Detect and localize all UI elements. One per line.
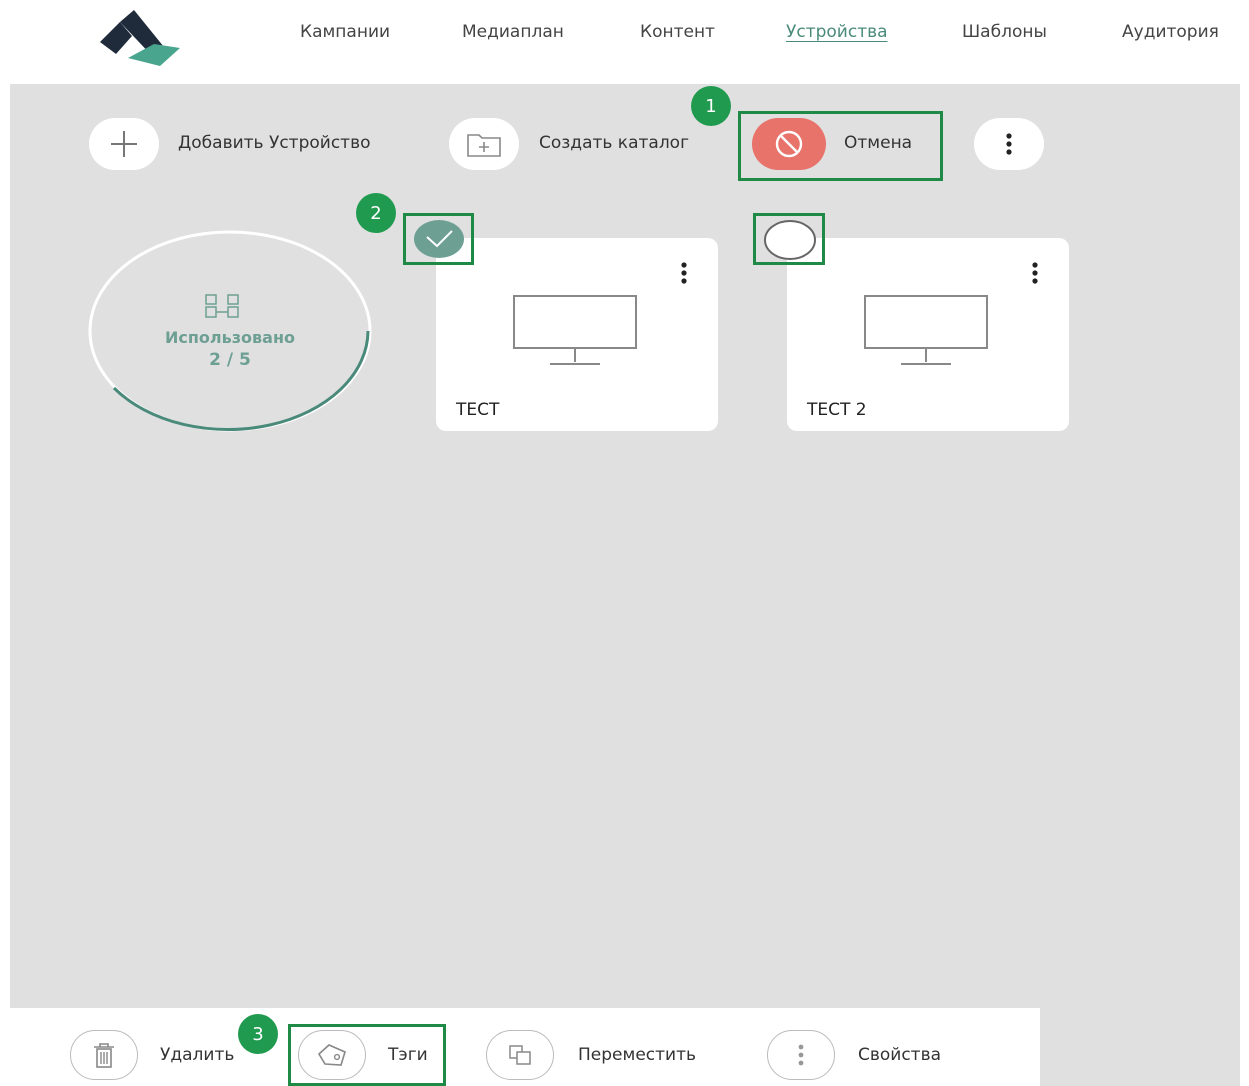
step-1-highlight xyxy=(738,111,943,181)
add-device-label[interactable]: Добавить Устройство xyxy=(178,133,371,153)
folder-plus-icon xyxy=(467,134,501,157)
step-3-highlight xyxy=(288,1024,446,1086)
step-1-badge: 1 xyxy=(691,86,731,126)
nav-templates[interactable]: Шаблоны xyxy=(962,22,1047,42)
device-card[interactable]: ТЕСТ 2 xyxy=(787,238,1069,431)
top-navigation: Кампании Медиаплан Контент Устройства Ша… xyxy=(0,0,1249,82)
step-2-highlight xyxy=(403,213,474,265)
delete-button[interactable] xyxy=(70,1030,138,1080)
toolbar-more-button[interactable] xyxy=(974,118,1044,170)
nav-devices[interactable]: Устройства xyxy=(786,22,888,42)
bottom-action-bar: Удалить Тэги Переместить Свойства xyxy=(10,1008,1040,1086)
usage-value: 2 / 5 xyxy=(209,350,251,370)
properties-icon xyxy=(798,1044,804,1066)
devices-icon xyxy=(205,294,239,318)
more-vertical-icon xyxy=(1006,133,1012,155)
usage-indicator: Использовано 2 / 5 xyxy=(88,230,372,432)
add-device-button[interactable] xyxy=(89,118,159,170)
device-card[interactable]: ТЕСТ xyxy=(436,238,718,431)
move-button[interactable] xyxy=(486,1030,554,1080)
usage-label: Использовано xyxy=(164,328,295,347)
device-name: ТЕСТ xyxy=(456,400,500,420)
monitor-icon xyxy=(864,295,988,365)
logo[interactable] xyxy=(98,10,182,66)
delete-label[interactable]: Удалить xyxy=(160,1045,234,1065)
more-vertical-icon[interactable] xyxy=(678,262,690,284)
device-name: ТЕСТ 2 xyxy=(807,400,867,420)
nav-campaigns[interactable]: Кампании xyxy=(300,22,390,42)
more-vertical-icon[interactable] xyxy=(1029,262,1041,284)
create-folder-label[interactable]: Создать каталог xyxy=(539,133,689,153)
nav-audience[interactable]: Аудитория xyxy=(1122,22,1219,42)
plus-icon xyxy=(111,131,137,157)
step-3-badge: 3 xyxy=(238,1014,278,1054)
properties-button[interactable] xyxy=(767,1030,835,1080)
create-folder-button[interactable] xyxy=(449,118,519,170)
monitor-icon xyxy=(513,295,637,365)
move-label[interactable]: Переместить xyxy=(578,1045,696,1065)
properties-label[interactable]: Свойства xyxy=(858,1045,941,1065)
move-icon xyxy=(509,1045,531,1065)
trash-icon xyxy=(94,1043,114,1068)
unchecked-highlight xyxy=(753,213,825,265)
nav-content[interactable]: Контент xyxy=(640,22,715,42)
step-2-badge: 2 xyxy=(356,193,396,233)
nav-mediaplan[interactable]: Медиаплан xyxy=(462,22,564,42)
